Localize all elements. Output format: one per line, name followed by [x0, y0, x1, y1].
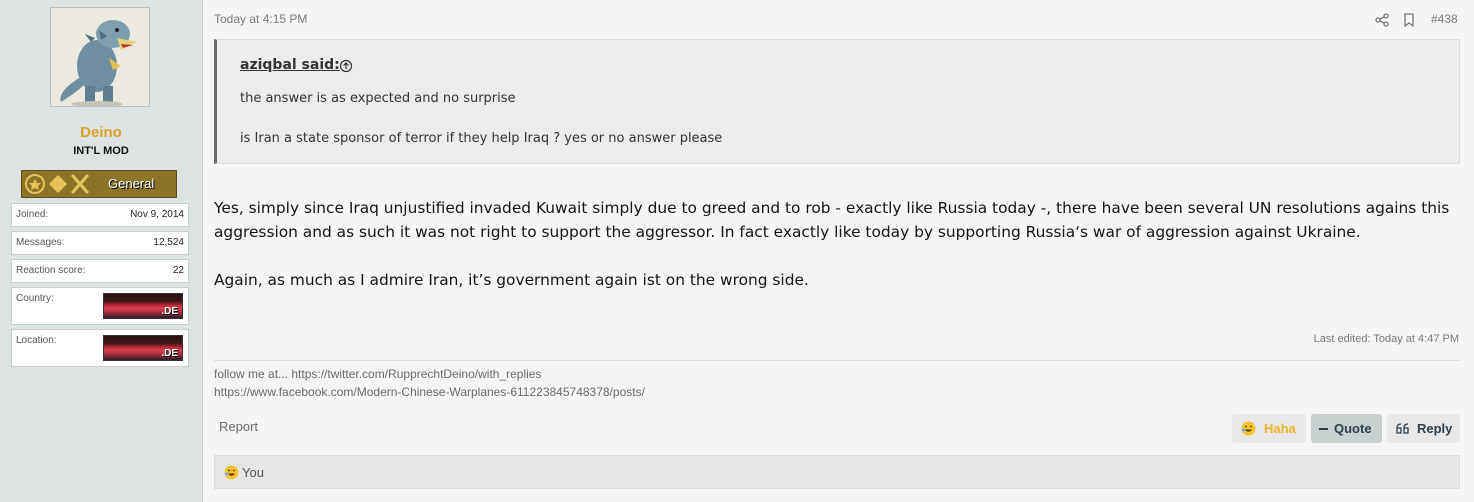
quote-line: the answer is as expected and no surpris…	[240, 91, 516, 106]
stat-location: Location: .DE	[11, 329, 189, 367]
post-body-line: Again, as much as I admire Iran, it’s go…	[214, 271, 809, 289]
stat-country: Country: .DE	[11, 287, 189, 325]
reply-label: Reply	[1417, 421, 1453, 436]
stat-value: 22	[172, 265, 184, 276]
post-number[interactable]: #438	[1431, 12, 1458, 26]
stat-reaction-score: Reaction score: 22	[11, 259, 189, 283]
signature-line[interactable]: follow me at... https://twitter.com/Rupp…	[214, 367, 541, 381]
stat-key: Location:	[16, 335, 57, 346]
user-sidebar: Deino INT'L MOD General Joined: Nov 9, 2…	[0, 0, 203, 502]
stat-joined: Joined: Nov 9, 2014	[11, 203, 189, 227]
flag-label: .DE	[161, 306, 178, 317]
reply-button[interactable]: Reply	[1387, 414, 1460, 443]
bookmark-icon[interactable]	[1403, 12, 1415, 31]
stat-value: Nov 9, 2014	[130, 209, 184, 220]
post-body-line: aggression and as such it was not right …	[214, 223, 1361, 241]
laughing-face-icon	[224, 465, 239, 484]
country-flag: .DE	[103, 293, 183, 319]
stat-key: Reaction score:	[16, 265, 86, 276]
stat-messages: Messages: 12,524	[11, 231, 189, 255]
reactions-bar[interactable]: You	[214, 455, 1460, 489]
quote-author[interactable]: aziqbal said:	[240, 57, 340, 73]
dinosaur-avatar-image	[51, 8, 149, 106]
quote-button[interactable]: Quote	[1311, 414, 1382, 443]
share-icon[interactable]	[1375, 12, 1389, 31]
last-edited: Last edited: Today at 4:47 PM	[1313, 333, 1459, 345]
stat-key: Joined:	[16, 209, 49, 220]
flag-label: .DE	[161, 348, 178, 359]
post-timestamp[interactable]: Today at 4:15 PM	[214, 12, 307, 26]
report-link[interactable]: Report	[219, 419, 258, 434]
quote-marks-icon	[1396, 422, 1410, 438]
haha-reaction-button[interactable]: Haha	[1232, 414, 1306, 443]
jump-to-quote-icon[interactable]	[339, 58, 353, 77]
quote-block: aziqbal said: the answer is as expected …	[214, 39, 1460, 164]
avatar[interactable]	[50, 7, 150, 107]
quote-label: Quote	[1334, 421, 1372, 436]
rank-insignia-icon	[25, 174, 90, 194]
rank-label: General	[108, 176, 155, 191]
minus-icon	[1319, 428, 1328, 430]
quote-line: is Iran a state sponsor of terror if the…	[240, 131, 723, 146]
stat-value: 12,524	[153, 237, 184, 248]
location-flag: .DE	[103, 335, 183, 361]
rank-banner: General	[21, 170, 177, 198]
username[interactable]: Deino	[0, 124, 202, 141]
user-title: INT'L MOD	[73, 145, 129, 157]
stat-key: Messages:	[16, 237, 65, 248]
signature-divider	[214, 360, 1460, 361]
stat-key: Country:	[16, 293, 54, 304]
haha-label: Haha	[1264, 421, 1296, 436]
signature-line[interactable]: https://www.facebook.com/Modern-Chinese-…	[214, 385, 645, 399]
reactions-users[interactable]: You	[242, 465, 264, 480]
laughing-face-icon	[1241, 421, 1256, 439]
post-body-line: Yes, simply since Iraq unjustified invad…	[214, 199, 1450, 217]
